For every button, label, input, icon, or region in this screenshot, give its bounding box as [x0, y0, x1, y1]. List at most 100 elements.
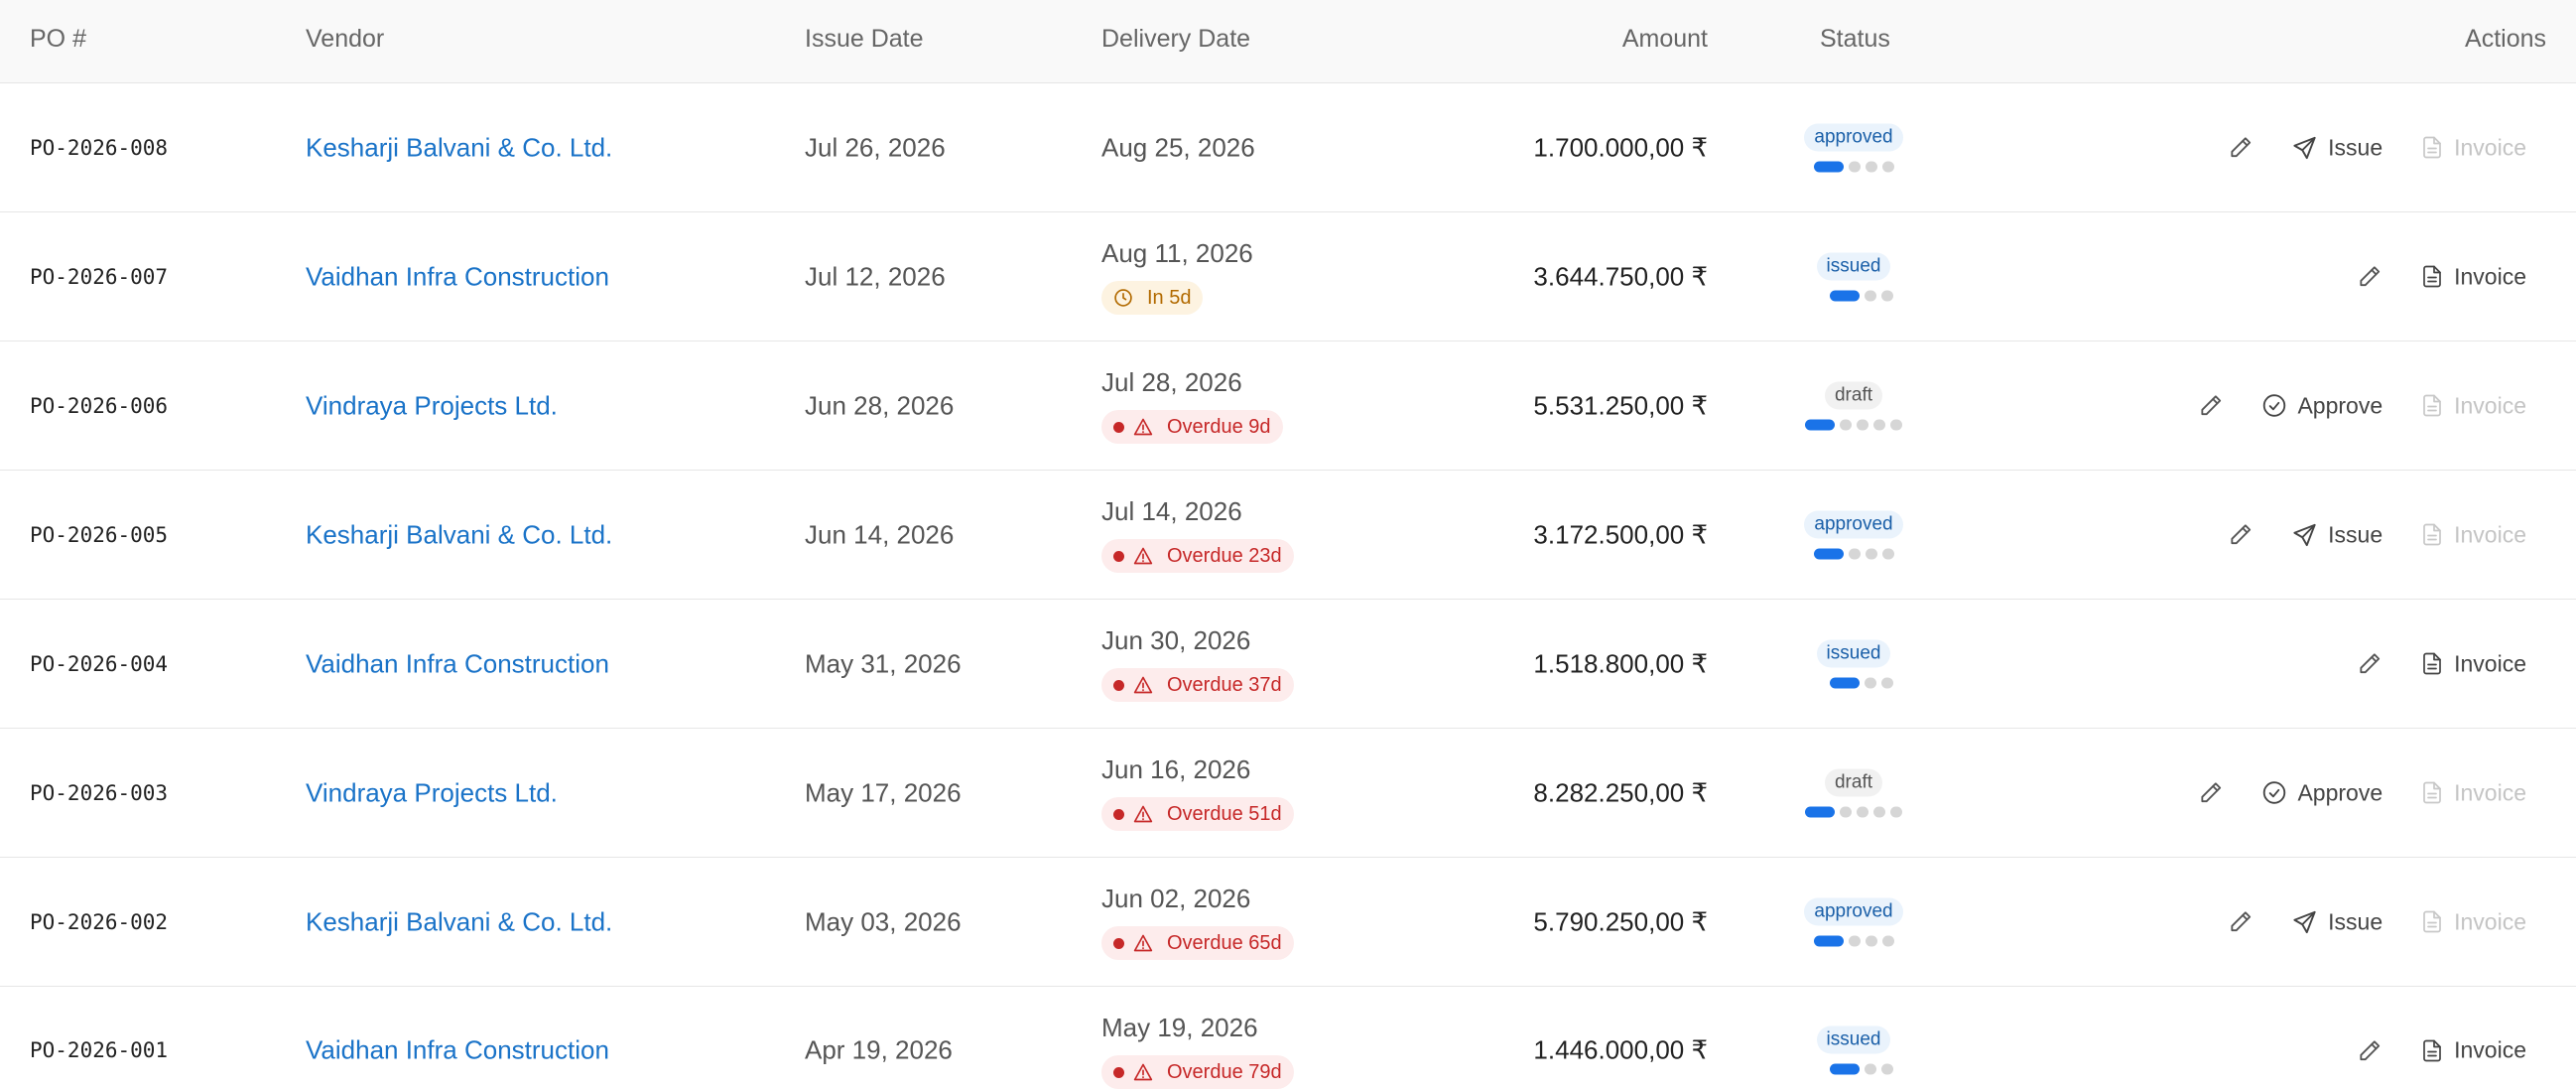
table-row[interactable]: PO-2026-007 Vaidhan Infra Construction Jul…	[0, 212, 2576, 341]
delivery-date: Aug 25, 2026	[1101, 132, 1255, 162]
pencil-icon	[2357, 651, 2383, 677]
delivery-date: Jun 16, 2026	[1101, 754, 1251, 784]
edit-button[interactable]	[2198, 393, 2224, 419]
header-issue-date[interactable]: Issue Date	[805, 25, 924, 54]
action-label: Issue	[2328, 521, 2383, 547]
action-label: Invoice	[2454, 521, 2526, 547]
edit-button[interactable]	[2357, 1037, 2383, 1063]
progress-fill	[1813, 935, 1844, 946]
row-actions: Invoice	[2357, 1037, 2526, 1064]
action-label: Invoice	[2454, 1036, 2526, 1063]
due-soon-chip: In 5d	[1101, 281, 1204, 315]
progress-fill	[1830, 290, 1860, 301]
vendor-link[interactable]: Kesharji Balvani & Co. Ltd.	[306, 132, 612, 163]
table-row[interactable]: PO-2026-006 Vindraya Projects Ltd. Jun 28,…	[0, 341, 2576, 471]
status-badge: issued	[1816, 639, 1891, 667]
progress-fill	[1813, 161, 1844, 172]
po-number: PO-2026-003	[30, 780, 169, 805]
table-row[interactable]: PO-2026-008 Kesharji Balvani & Co. Ltd. Ju…	[0, 83, 2576, 212]
purchase-orders-table: PO # Vendor Issue Date Delivery Date Amo…	[0, 0, 2576, 1090]
edit-button[interactable]	[2228, 522, 2254, 548]
vendor-link[interactable]: Vindraya Projects Ltd.	[306, 390, 558, 421]
progress-fill	[1830, 677, 1860, 688]
warning-icon	[1133, 546, 1167, 566]
overdue-dot	[1113, 937, 1124, 949]
invoice-button[interactable]: Invoice	[2420, 1037, 2526, 1064]
header-vendor[interactable]: Vendor	[306, 25, 384, 54]
edit-button[interactable]	[2228, 909, 2254, 935]
document-icon	[2420, 522, 2454, 548]
invoice-button: Invoice	[2420, 521, 2526, 548]
warning-icon	[1133, 804, 1167, 824]
edit-button[interactable]	[2198, 780, 2224, 806]
amount: 3.172.500,00 ₹	[1533, 519, 1708, 549]
overdue-chip-label: Overdue 79d	[1167, 1060, 1282, 1083]
overdue-dot	[1113, 421, 1124, 433]
warning-icon	[1133, 675, 1167, 695]
document-icon	[2420, 1037, 2454, 1063]
clock-icon	[1113, 288, 1147, 308]
vendor-link[interactable]: Vindraya Projects Ltd.	[306, 777, 558, 808]
table-row[interactable]: PO-2026-004 Vaidhan Infra Construction May…	[0, 600, 2576, 729]
vendor-link[interactable]: Vaidhan Infra Construction	[306, 648, 609, 679]
table-row[interactable]: PO-2026-002 Kesharji Balvani & Co. Ltd. Ma…	[0, 858, 2576, 987]
progress-step	[1848, 935, 1861, 946]
po-number: PO-2026-007	[30, 264, 169, 289]
overdue-dot	[1113, 808, 1124, 820]
overdue-dot	[1113, 679, 1124, 691]
progress-step	[1848, 548, 1861, 559]
table-row[interactable]: PO-2026-003 Vindraya Projects Ltd. May 17,…	[0, 729, 2576, 858]
table-row[interactable]: PO-2026-005 Kesharji Balvani & Co. Ltd. Ju…	[0, 471, 2576, 600]
vendor-link[interactable]: Vaidhan Infra Construction	[306, 261, 609, 292]
progress-fill	[1830, 1063, 1860, 1075]
po-number: PO-2026-001	[30, 1038, 169, 1062]
header-po[interactable]: PO #	[30, 25, 86, 54]
issue-button[interactable]: Issue	[2291, 134, 2383, 161]
issue-date: Jul 12, 2026	[805, 261, 946, 291]
vendor-link[interactable]: Kesharji Balvani & Co. Ltd.	[306, 519, 612, 550]
vendor-link[interactable]: Vaidhan Infra Construction	[306, 1035, 609, 1066]
edit-button[interactable]	[2357, 264, 2383, 290]
po-number: PO-2026-002	[30, 909, 169, 934]
issue-date: May 31, 2026	[805, 648, 962, 678]
status-badge: draft	[1824, 768, 1883, 796]
edit-button[interactable]	[2357, 651, 2383, 677]
amount: 5.790.250,00 ₹	[1533, 906, 1708, 936]
edit-button[interactable]	[2228, 135, 2254, 161]
invoice-button[interactable]: Invoice	[2420, 650, 2526, 677]
overdue-chip: Overdue 79d	[1101, 1055, 1294, 1089]
action-label: Issue	[2328, 908, 2383, 934]
amount: 3.644.750,00 ₹	[1533, 261, 1708, 291]
progress-step	[1865, 1063, 1876, 1075]
invoice-button[interactable]: Invoice	[2420, 263, 2526, 290]
header-delivery-date[interactable]: Delivery Date	[1101, 25, 1250, 54]
amount: 1.518.800,00 ₹	[1533, 648, 1708, 678]
approve-button[interactable]: Approve	[2261, 779, 2383, 806]
row-actions: Issue Invoice	[2228, 134, 2526, 161]
issue-date: Jul 26, 2026	[805, 132, 946, 162]
overdue-chip-label: Overdue 9d	[1167, 415, 1271, 438]
table-header: PO # Vendor Issue Date Delivery Date Amo…	[0, 0, 2576, 83]
delivery-date: Jun 30, 2026	[1101, 625, 1251, 655]
status-progress	[1813, 935, 1894, 946]
overdue-chip-label: Overdue 37d	[1167, 673, 1282, 696]
issue-button[interactable]: Issue	[2291, 521, 2383, 548]
po-number: PO-2026-006	[30, 393, 169, 418]
issue-button[interactable]: Issue	[2291, 908, 2383, 935]
progress-step	[1848, 161, 1861, 172]
header-amount[interactable]: Amount	[1622, 25, 1708, 54]
progress-step	[1881, 677, 1893, 688]
table-row[interactable]: PO-2026-001 Vaidhan Infra Construction Apr…	[0, 987, 2576, 1090]
vendor-link[interactable]: Kesharji Balvani & Co. Ltd.	[306, 906, 612, 937]
status-cell: approved	[1799, 510, 1908, 559]
progress-fill	[1805, 806, 1835, 817]
overdue-chip: Overdue 37d	[1101, 668, 1294, 702]
action-label: Invoice	[2454, 650, 2526, 676]
send-icon	[2291, 908, 2328, 935]
header-status[interactable]: Status	[1820, 25, 1890, 54]
overdue-dot	[1113, 1066, 1124, 1078]
status-cell: issued	[1799, 252, 1908, 301]
progress-fill	[1813, 548, 1844, 559]
row-actions: Approve Invoice	[2198, 779, 2526, 806]
approve-button[interactable]: Approve	[2261, 392, 2383, 419]
